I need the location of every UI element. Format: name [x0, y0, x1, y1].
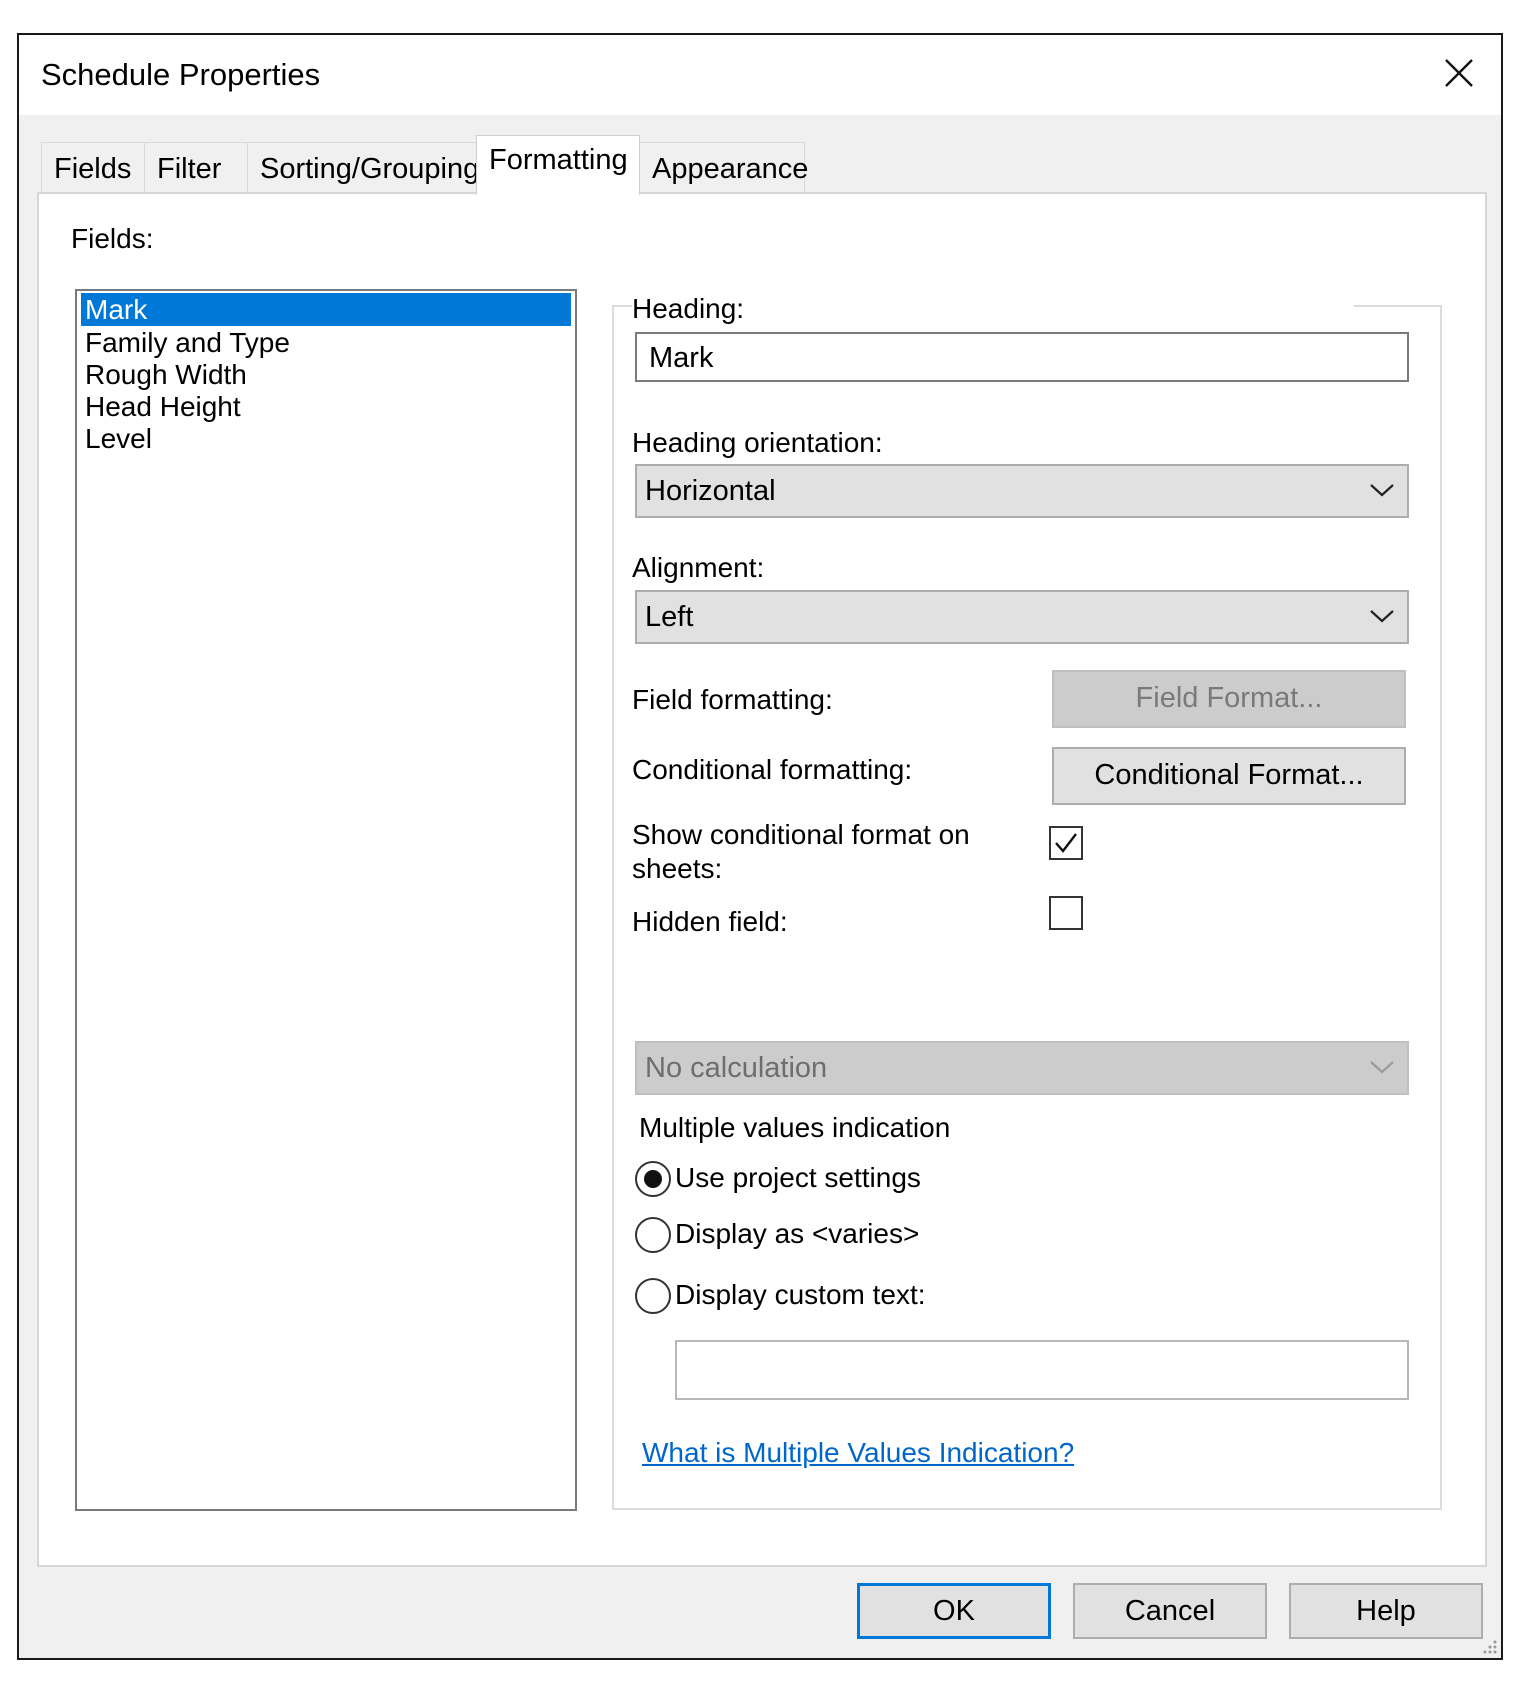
list-item-head-height[interactable]: Head Height — [81, 390, 571, 423]
tab-fields[interactable]: Fields — [41, 142, 145, 194]
tab-appearance-label: Appearance — [652, 153, 809, 185]
radio-use-project-settings-label: Use project settings — [675, 1162, 921, 1193]
resize-grip-icon[interactable] — [1479, 1636, 1499, 1656]
alignment-select[interactable]: Left — [635, 590, 1409, 644]
heading-input[interactable]: Mark — [635, 332, 1409, 382]
close-button[interactable] — [1435, 49, 1483, 97]
radio-display-custom-text-label: Display custom text: — [675, 1279, 926, 1310]
custom-text-input[interactable] — [675, 1340, 1409, 1400]
list-item-family-and-type[interactable]: Family and Type — [81, 326, 571, 359]
radio-button[interactable] — [635, 1217, 671, 1253]
field-format-button[interactable]: Field Format... — [1052, 670, 1406, 728]
multiple-values-help-link[interactable]: What is Multiple Values Indication? — [642, 1437, 1074, 1469]
heading-orientation-label: Heading orientation: — [632, 427, 883, 458]
show-conditional-checkbox[interactable] — [1049, 826, 1083, 860]
field-formatting-label: Field formatting: — [632, 684, 833, 715]
tab-formatting-label: Formatting — [489, 144, 628, 176]
list-item-level[interactable]: Level — [81, 422, 571, 455]
tab-formatting[interactable]: Formatting — [476, 135, 640, 195]
calculation-select[interactable]: No calculation — [635, 1041, 1409, 1095]
tab-filter[interactable]: Filter — [144, 142, 248, 194]
chevron-down-icon — [1370, 610, 1394, 623]
fields-listbox[interactable]: Mark Family and Type Rough Width Head He… — [75, 289, 577, 1511]
list-item-mark[interactable]: Mark — [81, 293, 571, 326]
help-button[interactable]: Help — [1289, 1583, 1483, 1639]
close-icon — [1445, 59, 1473, 87]
hidden-field-checkbox[interactable] — [1049, 896, 1083, 930]
tab-sorting-grouping-label: Sorting/Grouping — [260, 153, 480, 185]
tab-fields-label: Fields — [54, 153, 132, 185]
heading-label: Heading: — [632, 293, 745, 324]
multiple-values-label: Multiple values indication — [639, 1112, 951, 1143]
group-box-border-right — [1354, 305, 1442, 307]
chevron-down-icon — [1370, 1061, 1394, 1074]
formatting-tab-panel: Fields: Mark Family and Type Rough Width… — [37, 192, 1487, 1567]
schedule-properties-dialog: Schedule Properties Fields Filter Sortin… — [17, 33, 1503, 1660]
radio-display-as-varies[interactable]: Display as <varies> — [635, 1217, 955, 1253]
heading-orientation-select[interactable]: Horizontal — [635, 464, 1409, 518]
radio-display-as-varies-label: Display as <varies> — [675, 1218, 920, 1249]
heading-orientation-value: Horizontal — [645, 475, 776, 507]
hidden-field-label: Hidden field: — [632, 906, 788, 937]
calculation-value: No calculation — [645, 1052, 828, 1084]
ok-button[interactable]: OK — [857, 1583, 1051, 1639]
alignment-value: Left — [645, 601, 694, 633]
radio-display-custom-text[interactable]: Display custom text: — [635, 1278, 955, 1314]
alignment-label: Alignment: — [632, 552, 765, 583]
radio-use-project-settings[interactable]: Use project settings — [635, 1161, 955, 1197]
fields-label: Fields: — [71, 223, 154, 254]
show-conditional-label-line1: Show conditional format on — [632, 819, 970, 850]
conditional-formatting-label: Conditional formatting: — [632, 754, 913, 785]
chevron-down-icon — [1370, 484, 1394, 497]
title-bar: Schedule Properties — [19, 35, 1501, 115]
dialog-title: Schedule Properties — [41, 57, 321, 92]
radio-button[interactable] — [635, 1161, 671, 1197]
cancel-button[interactable]: Cancel — [1073, 1583, 1267, 1639]
list-item-rough-width[interactable]: Rough Width — [81, 358, 571, 391]
checkmark-icon — [1055, 833, 1077, 853]
conditional-format-button[interactable]: Conditional Format... — [1052, 747, 1406, 805]
tab-filter-label: Filter — [157, 153, 222, 185]
show-conditional-label-line2: sheets: — [632, 853, 723, 884]
group-box-border-left — [612, 305, 632, 307]
tab-appearance[interactable]: Appearance — [639, 142, 809, 194]
radio-button[interactable] — [635, 1278, 671, 1314]
heading-input-value: Mark — [649, 342, 714, 374]
tab-sorting-grouping[interactable]: Sorting/Grouping — [247, 142, 480, 194]
